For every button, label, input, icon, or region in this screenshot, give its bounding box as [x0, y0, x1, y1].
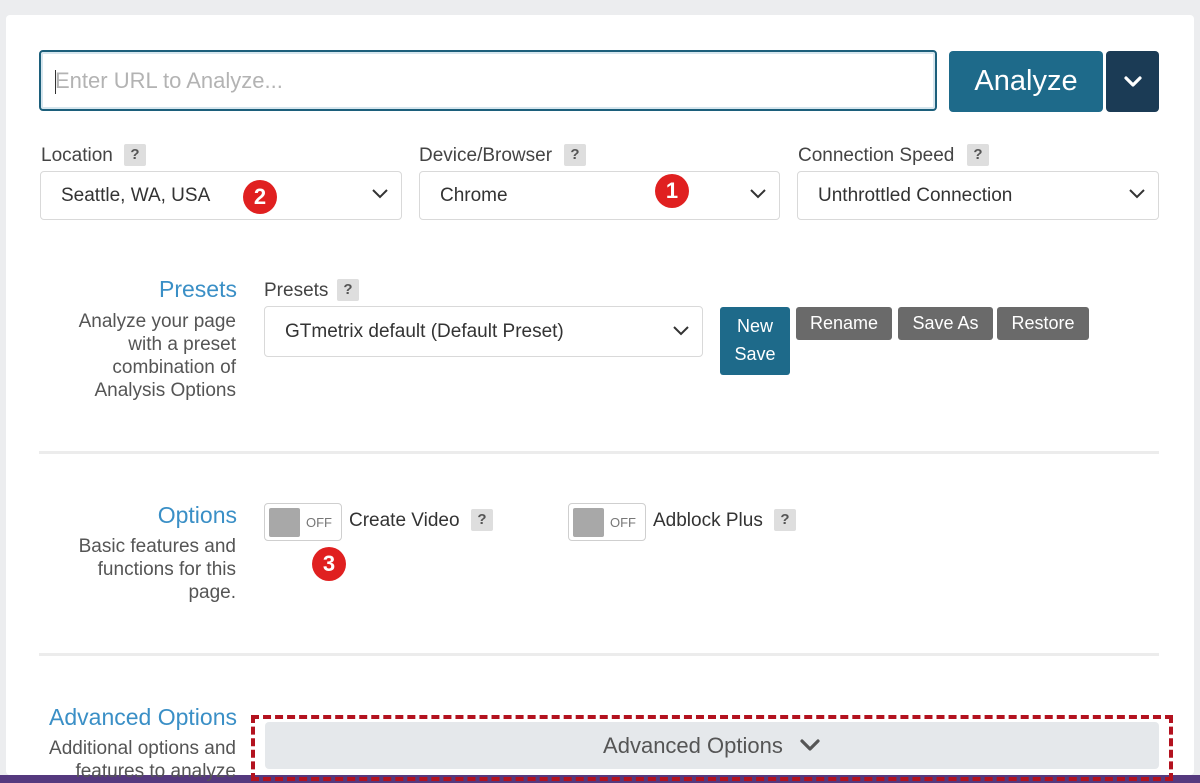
- desc-line: features to analyze: [75, 761, 236, 782]
- desc-line: page.: [188, 582, 236, 603]
- rename-button[interactable]: Rename: [796, 307, 892, 340]
- connection-help-icon[interactable]: ?: [967, 144, 989, 166]
- device-help-icon[interactable]: ?: [564, 144, 586, 166]
- analyze-button[interactable]: Analyze: [949, 51, 1103, 112]
- advanced-section-description: Additional options and features to analy…: [20, 737, 236, 783]
- new-save-label-line1: New: [736, 316, 773, 336]
- presets-value: GTmetrix default (Default Preset): [285, 321, 564, 342]
- presets-help-icon[interactable]: ?: [337, 279, 359, 301]
- connection-value: Unthrottled Connection: [818, 185, 1013, 206]
- presets-field-label: Presets: [264, 280, 329, 301]
- connection-label: Connection Speed: [798, 145, 955, 166]
- location-select[interactable]: Seattle, WA, USA: [40, 171, 402, 220]
- options-section-description: Basic features and functions for this pa…: [40, 535, 236, 604]
- save-as-button[interactable]: Save As: [898, 307, 993, 340]
- new-save-label-line2: Save: [734, 344, 776, 364]
- adblock-label: Adblock Plus: [653, 510, 763, 531]
- restore-button[interactable]: Restore: [997, 307, 1089, 340]
- adblock-help-icon[interactable]: ?: [774, 509, 796, 531]
- desc-line: Analysis Options: [94, 380, 236, 401]
- annotation-highlight-box: [251, 715, 1173, 781]
- annotation-marker-2: 2: [243, 180, 277, 214]
- presets-select[interactable]: GTmetrix default (Default Preset): [264, 306, 703, 357]
- annotation-marker-3: 3: [312, 547, 346, 581]
- desc-line: Additional options and: [49, 738, 236, 759]
- location-value: Seattle, WA, USA: [61, 185, 211, 206]
- toggle-state: OFF: [306, 515, 332, 530]
- create-video-label: Create Video: [349, 510, 460, 531]
- desc-line: Basic features and: [78, 536, 236, 557]
- presets-section-description: Analyze your page with a preset combinat…: [40, 310, 236, 402]
- toggle-knob: [269, 508, 300, 537]
- text-caret: [55, 70, 56, 94]
- device-label: Device/Browser: [419, 145, 553, 166]
- toggle-state: OFF: [610, 515, 636, 530]
- desc-line: functions for this: [97, 559, 236, 580]
- new-save-button[interactable]: New Save: [720, 307, 790, 375]
- device-select[interactable]: Chrome: [419, 171, 780, 220]
- desc-line: combination of: [112, 357, 236, 378]
- chevron-down-icon: [673, 326, 689, 336]
- chevron-down-icon: [750, 189, 766, 199]
- desc-line: with a preset: [128, 334, 236, 355]
- toggle-knob: [573, 508, 604, 537]
- adblock-toggle[interactable]: OFF: [568, 503, 646, 541]
- section-divider: [39, 653, 1159, 656]
- chevron-down-icon: [1129, 189, 1145, 199]
- chevron-down-icon: [372, 189, 388, 199]
- analyze-dropdown-button[interactable]: [1106, 51, 1159, 112]
- location-help-icon[interactable]: ?: [124, 144, 146, 166]
- create-video-toggle[interactable]: OFF: [264, 503, 342, 541]
- desc-line: Analyze your page: [78, 311, 236, 332]
- presets-section-title: Presets: [159, 276, 237, 302]
- connection-select[interactable]: Unthrottled Connection: [797, 171, 1159, 220]
- create-video-help-icon[interactable]: ?: [471, 509, 493, 531]
- location-label: Location: [41, 145, 113, 166]
- annotation-marker-1: 1: [655, 174, 689, 208]
- advanced-section-title: Advanced Options: [49, 704, 237, 730]
- chevron-down-icon: [1123, 75, 1142, 87]
- url-input[interactable]: [39, 50, 937, 111]
- options-section-title: Options: [157, 502, 237, 528]
- device-value: Chrome: [440, 185, 508, 206]
- section-divider: [39, 451, 1159, 454]
